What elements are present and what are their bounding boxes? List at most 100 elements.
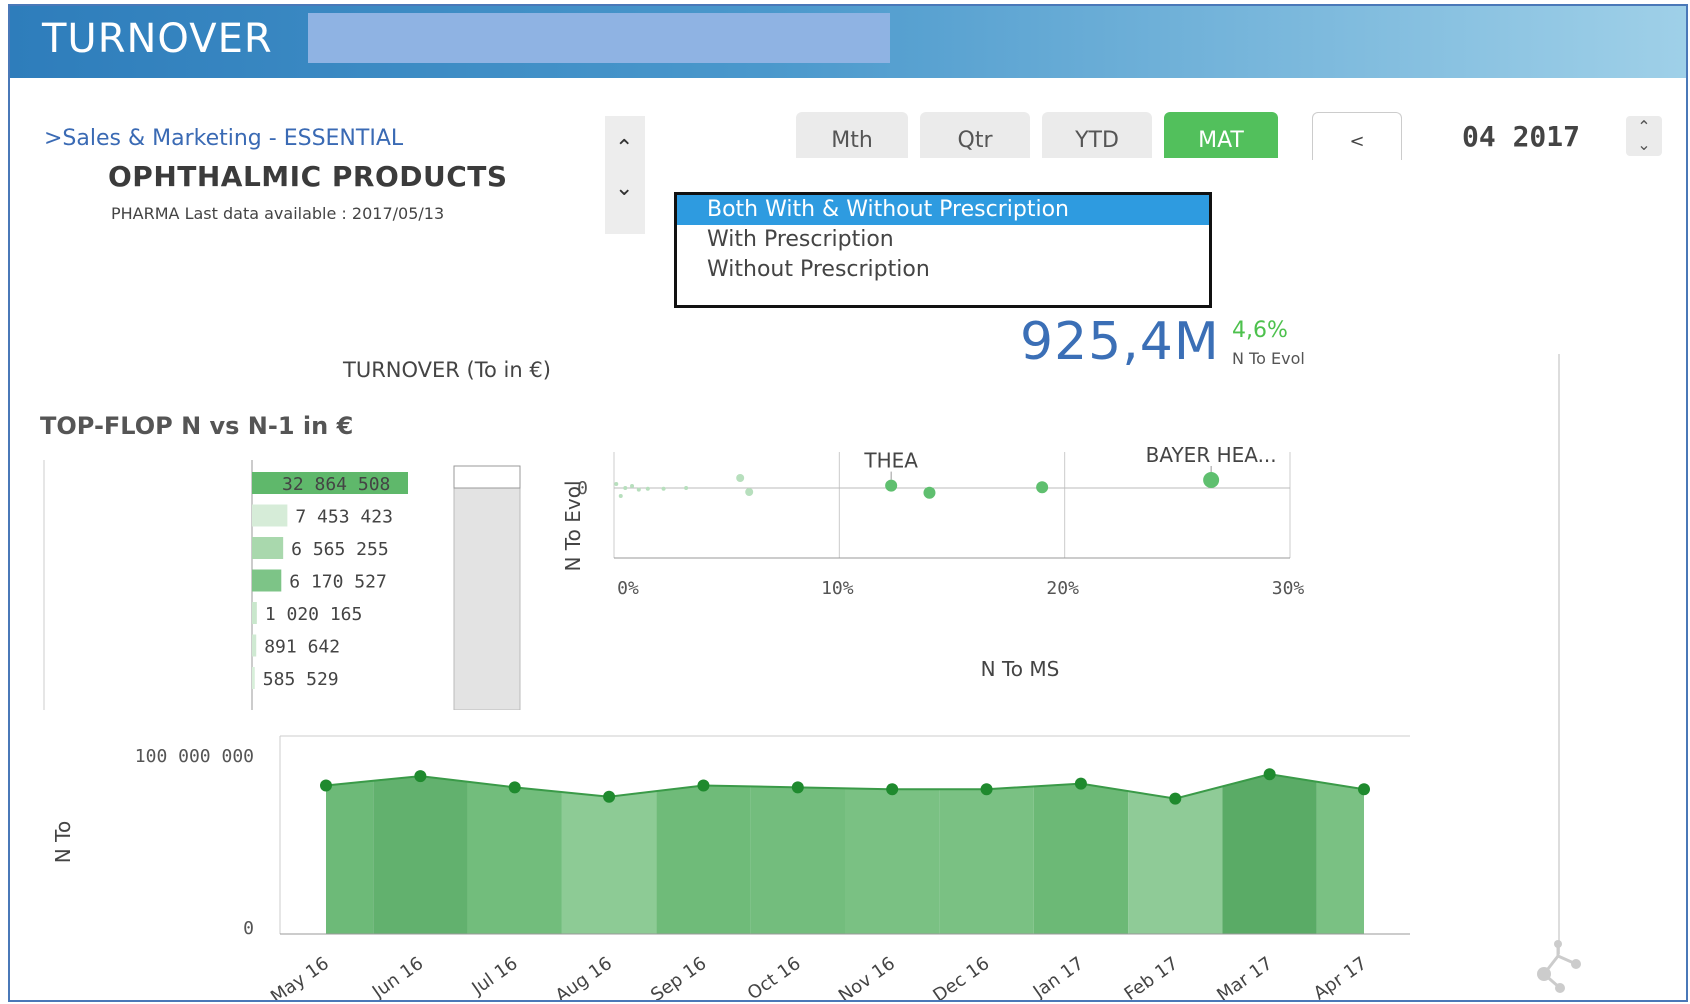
page-subtitle: OPHTHALMIC PRODUCTS: [108, 160, 508, 193]
scatter-point[interactable]: [661, 486, 666, 491]
scatter-point[interactable]: [736, 474, 745, 482]
scatter-point[interactable]: [623, 486, 628, 490]
area-segment[interactable]: [1316, 781, 1364, 934]
area-x-tick-label: Jan 17: [1029, 953, 1088, 1002]
last-data-info: PHARMA Last data available : 2017/05/13: [111, 204, 445, 223]
bar[interactable]: [252, 667, 255, 689]
area-segment[interactable]: [656, 785, 751, 934]
prescription-option-with[interactable]: With Prescription: [677, 225, 1209, 255]
area-point[interactable]: [791, 781, 804, 794]
area-point[interactable]: [1074, 777, 1087, 790]
bar-value-label: 1 020 165: [265, 604, 363, 625]
area-segment[interactable]: [467, 781, 562, 934]
period-button-mth[interactable]: Mth: [796, 112, 908, 158]
scatter-point[interactable]: [684, 486, 689, 490]
area-x-tick-label: Dec 16: [929, 953, 993, 1002]
scatter-point[interactable]: [614, 482, 619, 486]
vertical-scrubber-track[interactable]: [1558, 354, 1560, 954]
area-segment[interactable]: [561, 791, 657, 934]
area-segment[interactable]: [939, 786, 1034, 934]
prev-period-button[interactable]: <: [1312, 112, 1402, 160]
bar-chart-scroll-thumb[interactable]: [453, 465, 521, 489]
chevron-down-icon[interactable]: ⌄: [1626, 136, 1662, 154]
scatter-x-tick-label: 20%: [1046, 578, 1079, 599]
area-x-tick-label: May 16: [267, 953, 333, 1002]
bar[interactable]: [252, 504, 288, 527]
scatter-point[interactable]: [745, 488, 754, 496]
bar[interactable]: [252, 537, 284, 559]
area-point[interactable]: [980, 783, 993, 796]
kpi-label: N To Evol: [1232, 349, 1305, 368]
area-segment[interactable]: [373, 776, 468, 934]
area-segment[interactable]: [326, 780, 374, 934]
area-x-tick-label: Apr 17: [1310, 953, 1371, 1002]
period-button-ytd[interactable]: YTD: [1042, 112, 1152, 158]
area-segment[interactable]: [750, 786, 845, 934]
chevron-down-icon[interactable]: ⌄: [615, 178, 633, 200]
scatter-point[interactable]: [1036, 481, 1049, 494]
bar-value-label: 585 529: [263, 669, 339, 690]
area-point[interactable]: [1169, 792, 1182, 805]
area-point[interactable]: [320, 779, 332, 792]
prescription-filter-list[interactable]: Both With & Without Prescription With Pr…: [674, 192, 1212, 308]
node-graph-icon[interactable]: [1530, 936, 1590, 1002]
scatter-point[interactable]: [923, 486, 936, 499]
chevron-up-icon[interactable]: ⌃: [1626, 118, 1662, 136]
bar-chart-scrollbar[interactable]: [453, 465, 521, 710]
scatter-x-tick-label: 10%: [821, 578, 854, 599]
scatter-chart[interactable]: 0% 10% 20% 30%0 THEA BAYER HEA... N To Evol …: [550, 436, 1410, 696]
area-point[interactable]: [508, 781, 521, 794]
period-button-mat[interactable]: MAT: [1164, 112, 1278, 158]
turnover-label: TURNOVER (To in €): [343, 358, 551, 382]
up-down-stepper[interactable]: ⌃ ⌄: [605, 116, 645, 234]
chevron-up-icon[interactable]: ⌃: [615, 138, 633, 160]
scatter-x-axis-label: N To MS: [981, 657, 1060, 681]
area-point[interactable]: [1263, 768, 1276, 781]
topflop-bar-chart[interactable]: 32 864 508 7 453 423 6 565 255 6 170 527 1 0…: [34, 460, 534, 710]
topflop-title: TOP-FLOP N vs N-1 in €: [40, 412, 354, 440]
period-spinner[interactable]: ⌃ ⌄: [1626, 116, 1662, 156]
prescription-option-both[interactable]: Both With & Without Prescription: [677, 195, 1209, 225]
area-x-tick-label: Oct 16: [744, 953, 805, 1002]
area-point[interactable]: [697, 779, 710, 792]
scatter-point-label: THEA: [863, 449, 918, 473]
area-segment[interactable]: [1222, 774, 1317, 934]
bar-value-label: 6 170 527: [289, 572, 387, 593]
area-x-tick-label: Jun 16: [368, 953, 427, 1002]
period-value: 04 2017: [1462, 120, 1581, 153]
header-bar: TURNOVER: [10, 6, 1686, 78]
prescription-option-without[interactable]: Without Prescription: [677, 255, 1209, 285]
bar-value-label: 891 642: [264, 637, 340, 658]
bar[interactable]: [252, 569, 282, 592]
area-x-tick-label: Jul 16: [467, 953, 521, 1000]
scatter-point[interactable]: [636, 487, 641, 492]
scatter-point[interactable]: [630, 484, 635, 488]
bar[interactable]: [252, 634, 257, 657]
area-segment[interactable]: [1128, 786, 1223, 934]
area-segment[interactable]: [1033, 783, 1129, 934]
scatter-y-axis-label: N To Evol: [561, 481, 585, 572]
period-button-qtr[interactable]: Qtr: [920, 112, 1030, 158]
scatter-point[interactable]: [885, 479, 898, 492]
area-point[interactable]: [886, 783, 899, 796]
area-point[interactable]: [1358, 783, 1370, 796]
bar[interactable]: [252, 602, 257, 624]
area-chart[interactable]: N To 100 000 000 0 May 16 Jun 16 Jul 16 Aug 1…: [30, 732, 1430, 1002]
area-x-tick-label: Sep 16: [647, 953, 710, 1002]
area-point[interactable]: [414, 770, 427, 783]
area-x-tick-label: Aug 16: [552, 953, 616, 1002]
bar-value-label: 6 565 255: [291, 539, 389, 560]
area-segment[interactable]: [845, 788, 940, 934]
scatter-x-tick-label: 0%: [617, 578, 639, 599]
bar-value-label: 7 453 423: [295, 507, 393, 528]
app-frame: TURNOVER >Sales & Marketing - ESSENTIAL …: [8, 4, 1688, 1002]
breadcrumb[interactable]: >Sales & Marketing - ESSENTIAL: [44, 126, 403, 151]
scatter-x-tick-label: 30%: [1272, 578, 1305, 599]
scatter-point-label: BAYER HEA...: [1146, 443, 1277, 467]
scatter-point[interactable]: [1203, 472, 1220, 488]
area-point[interactable]: [603, 790, 616, 803]
kpi-value: 925,4M: [1020, 312, 1220, 372]
scatter-point[interactable]: [645, 486, 650, 491]
scatter-point[interactable]: [618, 494, 623, 498]
app-title: TURNOVER: [42, 16, 273, 62]
